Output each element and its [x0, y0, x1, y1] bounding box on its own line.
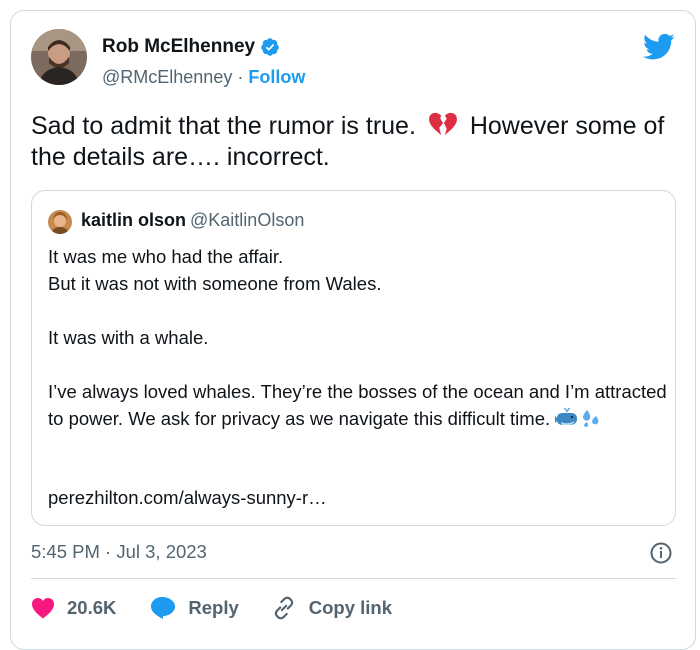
author-handle[interactable]: @RMcElhenney	[102, 67, 232, 87]
whale-icon	[555, 407, 579, 435]
copy-link-label: Copy link	[308, 597, 393, 618]
quoted-link[interactable]: perezhilton.com/always-sunny-r…	[48, 487, 327, 509]
reply-bubble-icon	[151, 597, 176, 619]
like-button[interactable]: 20.6K	[31, 597, 116, 619]
timestamp[interactable]: 5:45 PM · Jul 3, 2023	[31, 541, 207, 563]
action-bar: 20.6K Reply Copy link	[31, 595, 392, 621]
separator-dot: ·	[232, 67, 249, 87]
reply-label: Reply	[188, 597, 239, 618]
quoted-line-last: I’ve always loved whales. They’re the bo…	[48, 378, 668, 435]
quoted-author-name[interactable]: kaitlin olson	[81, 210, 186, 230]
quoted-author-avatar[interactable]	[48, 210, 72, 234]
broken-heart-icon	[427, 112, 459, 138]
reply-button[interactable]: Reply	[150, 596, 239, 620]
twitter-bird-icon[interactable]	[643, 33, 675, 61]
verified-badge-icon	[260, 37, 280, 57]
divider	[31, 578, 676, 579]
info-icon[interactable]	[649, 541, 673, 565]
likes-count: 20.6K	[67, 597, 117, 618]
tweet-text-part-1: Sad to admit that the rumor is true.	[31, 112, 416, 140]
copy-link-button[interactable]: Copy link	[271, 595, 392, 621]
follow-button[interactable]: Follow	[248, 67, 305, 87]
quoted-author-handle[interactable]: @KaitlinOlson	[190, 210, 304, 230]
heart-icon	[32, 598, 54, 619]
author-avatar[interactable]	[31, 29, 87, 85]
quoted-line: It was with a whale.	[48, 327, 209, 348]
author-handle-line: @RMcElhenney · Follow	[102, 67, 305, 88]
quoted-line: It was me who had the affair.	[48, 246, 284, 267]
tweet-text: Sad to admit that the rumor is true. How…	[31, 111, 681, 173]
author-name[interactable]: Rob McElhenney	[102, 36, 280, 58]
tweet-card: Rob McElhenney @RMcElhenney · Follow Sad…	[10, 10, 696, 650]
quoted-author: kaitlin olson @KaitlinOlson	[81, 210, 304, 231]
link-icon	[274, 596, 293, 620]
quoted-tweet[interactable]: kaitlin olson @KaitlinOlson It was me who…	[31, 190, 676, 526]
author-name-text[interactable]: Rob McElhenney	[102, 36, 255, 58]
sweat-droplets-icon	[579, 408, 601, 435]
quoted-line: But it was not with someone from Wales.	[48, 273, 382, 294]
quoted-tweet-text: It was me who had the affair. But it was…	[48, 243, 668, 435]
